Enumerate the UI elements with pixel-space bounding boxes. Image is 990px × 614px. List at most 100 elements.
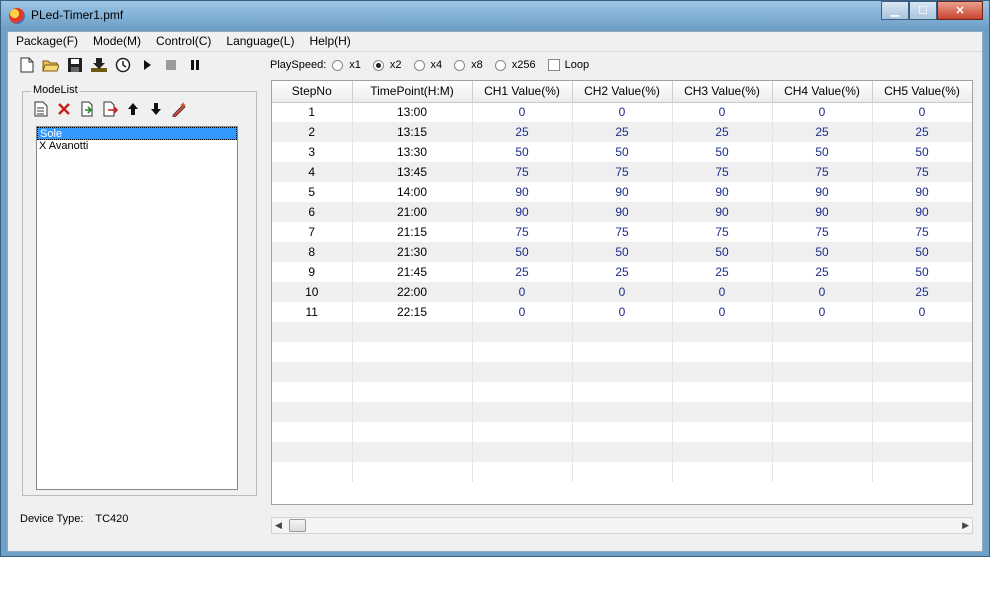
table-cell[interactable]	[572, 382, 673, 402]
table-cell[interactable]	[672, 362, 773, 382]
table-cell[interactable]: 90	[572, 202, 673, 222]
table-cell[interactable]: 21:15	[352, 222, 473, 242]
speed-x8-radio[interactable]	[454, 59, 466, 71]
scroll-right-icon[interactable]: ▶	[962, 520, 969, 531]
table-cell[interactable]	[672, 462, 773, 482]
table-cell[interactable]	[572, 322, 673, 342]
move-up-icon[interactable]	[125, 101, 141, 117]
new-mode-icon[interactable]	[33, 101, 49, 117]
table-cell[interactable]	[572, 402, 673, 422]
table-row[interactable]: 2 13:15 25 25 25 25 25	[272, 122, 972, 142]
table-row[interactable]	[272, 462, 972, 482]
new-file-icon[interactable]	[18, 56, 35, 73]
table-cell[interactable]: 90	[672, 202, 773, 222]
table-row[interactable]	[272, 342, 972, 362]
loop-checkbox[interactable]	[547, 59, 560, 71]
table-cell[interactable]: 25	[472, 262, 573, 282]
table-cell[interactable]	[772, 382, 873, 402]
table-cell[interactable]	[572, 442, 673, 462]
table-cell[interactable]: 21:00	[352, 202, 473, 222]
table-cell[interactable]: 90	[472, 202, 573, 222]
table-cell[interactable]: 50	[872, 242, 972, 262]
table-cell[interactable]: 25	[772, 262, 873, 282]
table-cell[interactable]: 90	[772, 182, 873, 202]
table-cell[interactable]: 25	[872, 122, 972, 142]
speed-x2-radio[interactable]	[372, 59, 384, 71]
table-cell[interactable]	[272, 402, 353, 422]
table-row[interactable]	[272, 422, 972, 442]
table-cell[interactable]: 0	[572, 302, 673, 322]
table-cell[interactable]	[352, 422, 473, 442]
table-cell[interactable]: 75	[672, 222, 773, 242]
table-cell[interactable]	[672, 382, 773, 402]
column-header[interactable]: CH4 Value(%)	[772, 81, 873, 103]
table-cell[interactable]: 90	[472, 182, 573, 202]
scroll-thumb[interactable]	[289, 519, 306, 532]
table-cell[interactable]	[472, 402, 573, 422]
table-cell[interactable]	[352, 402, 473, 422]
table-cell[interactable]: 0	[572, 102, 673, 122]
table-cell[interactable]: 25	[672, 122, 773, 142]
minimize-button[interactable]: ▁	[881, 1, 909, 20]
table-cell[interactable]	[672, 342, 773, 362]
table-row[interactable]: 3 13:30 50 50 50 50 50	[272, 142, 972, 162]
close-button[interactable]: ✕	[937, 1, 983, 20]
table-cell[interactable]: 50	[572, 142, 673, 162]
table-row[interactable]: 6 21:00 90 90 90 90 90	[272, 202, 972, 222]
table-cell[interactable]	[572, 342, 673, 362]
table-cell[interactable]	[352, 362, 473, 382]
table-cell[interactable]	[472, 442, 573, 462]
column-header[interactable]: CH1 Value(%)	[472, 81, 573, 103]
table-cell[interactable]	[772, 342, 873, 362]
table-cell[interactable]: 25	[472, 122, 573, 142]
clock-icon[interactable]	[114, 56, 131, 73]
speed-x1-radio[interactable]	[332, 59, 344, 71]
table-cell[interactable]: 1	[272, 102, 353, 122]
table-cell[interactable]: 90	[872, 182, 972, 202]
list-item[interactable]: X Avanotti	[37, 140, 237, 153]
column-header[interactable]: TimePoint(H:M)	[352, 81, 473, 103]
table-cell[interactable]: 90	[572, 182, 673, 202]
table-cell[interactable]	[772, 462, 873, 482]
horizontal-scrollbar[interactable]: ◀ ▶	[271, 517, 973, 534]
table-cell[interactable]: 6	[272, 202, 353, 222]
table-row[interactable]: 4 13:45 75 75 75 75 75	[272, 162, 972, 182]
table-cell[interactable]: 25	[772, 122, 873, 142]
table-cell[interactable]: 90	[872, 202, 972, 222]
table-cell[interactable]: 75	[872, 222, 972, 242]
table-cell[interactable]: 2	[272, 122, 353, 142]
table-cell[interactable]	[472, 462, 573, 482]
table-cell[interactable]	[272, 342, 353, 362]
menu-package[interactable]: Package(F)	[8, 32, 85, 52]
table-cell[interactable]: 0	[672, 102, 773, 122]
table-cell[interactable]: 25	[872, 282, 972, 302]
table-cell[interactable]	[472, 422, 573, 442]
table-cell[interactable]: 0	[672, 302, 773, 322]
menu-language[interactable]: Language(L)	[218, 32, 301, 52]
table-cell[interactable]: 90	[772, 202, 873, 222]
table-cell[interactable]: 22:15	[352, 302, 473, 322]
table-cell[interactable]: 25	[572, 262, 673, 282]
table-cell[interactable]	[672, 442, 773, 462]
delete-icon[interactable]	[56, 101, 72, 117]
table-row[interactable]	[272, 402, 972, 422]
table-cell[interactable]: 0	[472, 302, 573, 322]
table-row[interactable]	[272, 442, 972, 462]
table-cell[interactable]	[352, 322, 473, 342]
table-cell[interactable]	[572, 462, 673, 482]
table-cell[interactable]: 50	[472, 242, 573, 262]
move-down-icon[interactable]	[148, 101, 164, 117]
export-icon[interactable]	[102, 101, 118, 117]
mode-listbox[interactable]: Sole X Avanotti	[36, 126, 238, 490]
table-cell[interactable]	[872, 322, 972, 342]
table-cell[interactable]	[672, 322, 773, 342]
table-row[interactable]	[272, 382, 972, 402]
table-cell[interactable]: 13:00	[352, 102, 473, 122]
table-cell[interactable]: 0	[472, 102, 573, 122]
table-cell[interactable]	[472, 382, 573, 402]
title-bar[interactable]: PLed-Timer1.pmf ▁ ☐ ✕	[1, 1, 989, 31]
play-icon[interactable]	[138, 56, 155, 73]
table-cell[interactable]	[272, 422, 353, 442]
list-item[interactable]: Sole	[37, 127, 237, 140]
stop-icon[interactable]	[162, 56, 179, 73]
